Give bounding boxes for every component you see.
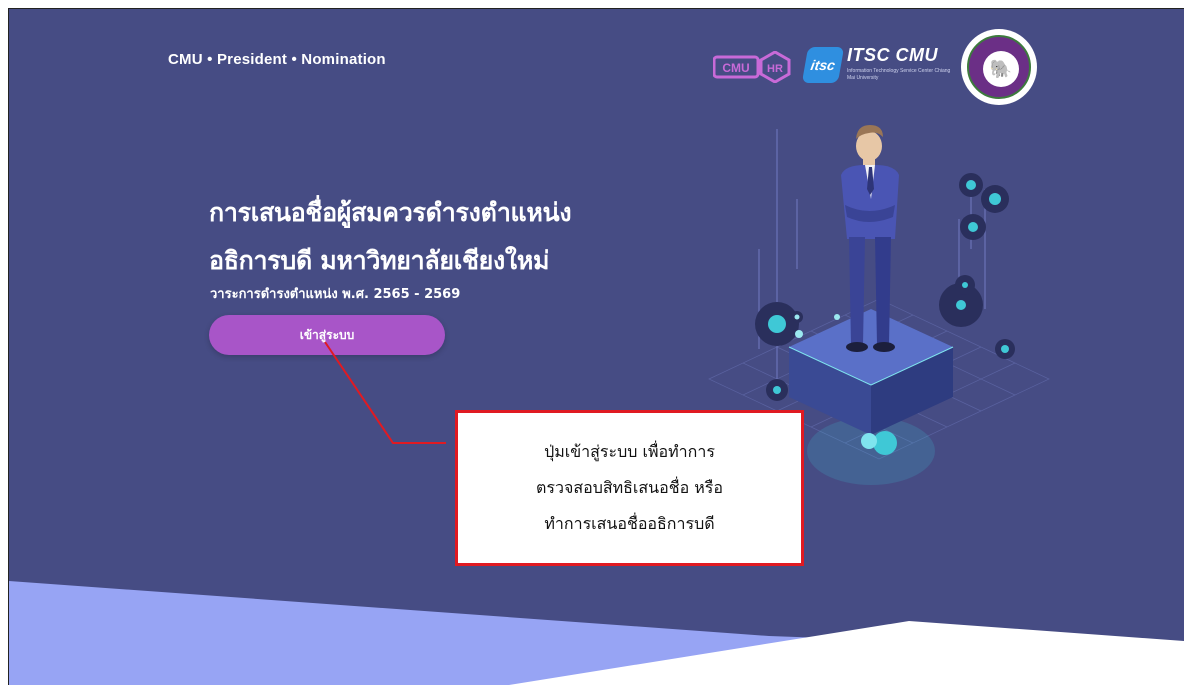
cmu-hr-logo: CMU HR <box>713 51 791 83</box>
itsc-title: ITSC CMU <box>847 45 938 65</box>
pedestal-cube <box>788 309 954 435</box>
landing-page: CMU • President • Nomination CMU HR itsc… <box>8 8 1184 685</box>
itsc-badge: itsc <box>801 47 845 83</box>
seal-ring: 🐘 <box>967 35 1031 99</box>
university-seal: 🐘 <box>961 29 1037 105</box>
site-brand: CMU • President • Nomination <box>168 51 386 68</box>
callout-line-3: ทำการเสนอชื่ออธิการบดี <box>544 514 715 533</box>
instruction-callout: ปุ่มเข้าสู่ระบบ เพื่อทำการ ตรวจสอบสิทธิเ… <box>455 410 804 566</box>
page-title-line1: การเสนอชื่อผู้สมควรดำรงตำแหน่ง <box>209 198 572 227</box>
svg-text:CMU: CMU <box>722 61 749 75</box>
callout-line-1: ปุ่มเข้าสู่ระบบ เพื่อทำการ <box>544 442 715 461</box>
term-subtitle: วาระการดำรงตำแหน่ง พ.ศ. 2565 - 2569 <box>210 287 461 302</box>
callout-line-2: ตรวจสอบสิทธิเสนอชื่อ หรือ <box>535 478 724 497</box>
elephant-seal-icon: 🐘 <box>983 51 1019 87</box>
login-button[interactable]: เข้าสู่ระบบ <box>209 315 445 355</box>
itsc-subtitle: Information Technology Service Center Ch… <box>847 68 951 81</box>
page-title-line2: อธิการบดี มหาวิทยาลัยเชียงใหม่ <box>209 246 550 275</box>
svg-text:HR: HR <box>767 63 783 75</box>
itsc-logo: itsc ITSC CMU Information Technology Ser… <box>801 45 955 89</box>
